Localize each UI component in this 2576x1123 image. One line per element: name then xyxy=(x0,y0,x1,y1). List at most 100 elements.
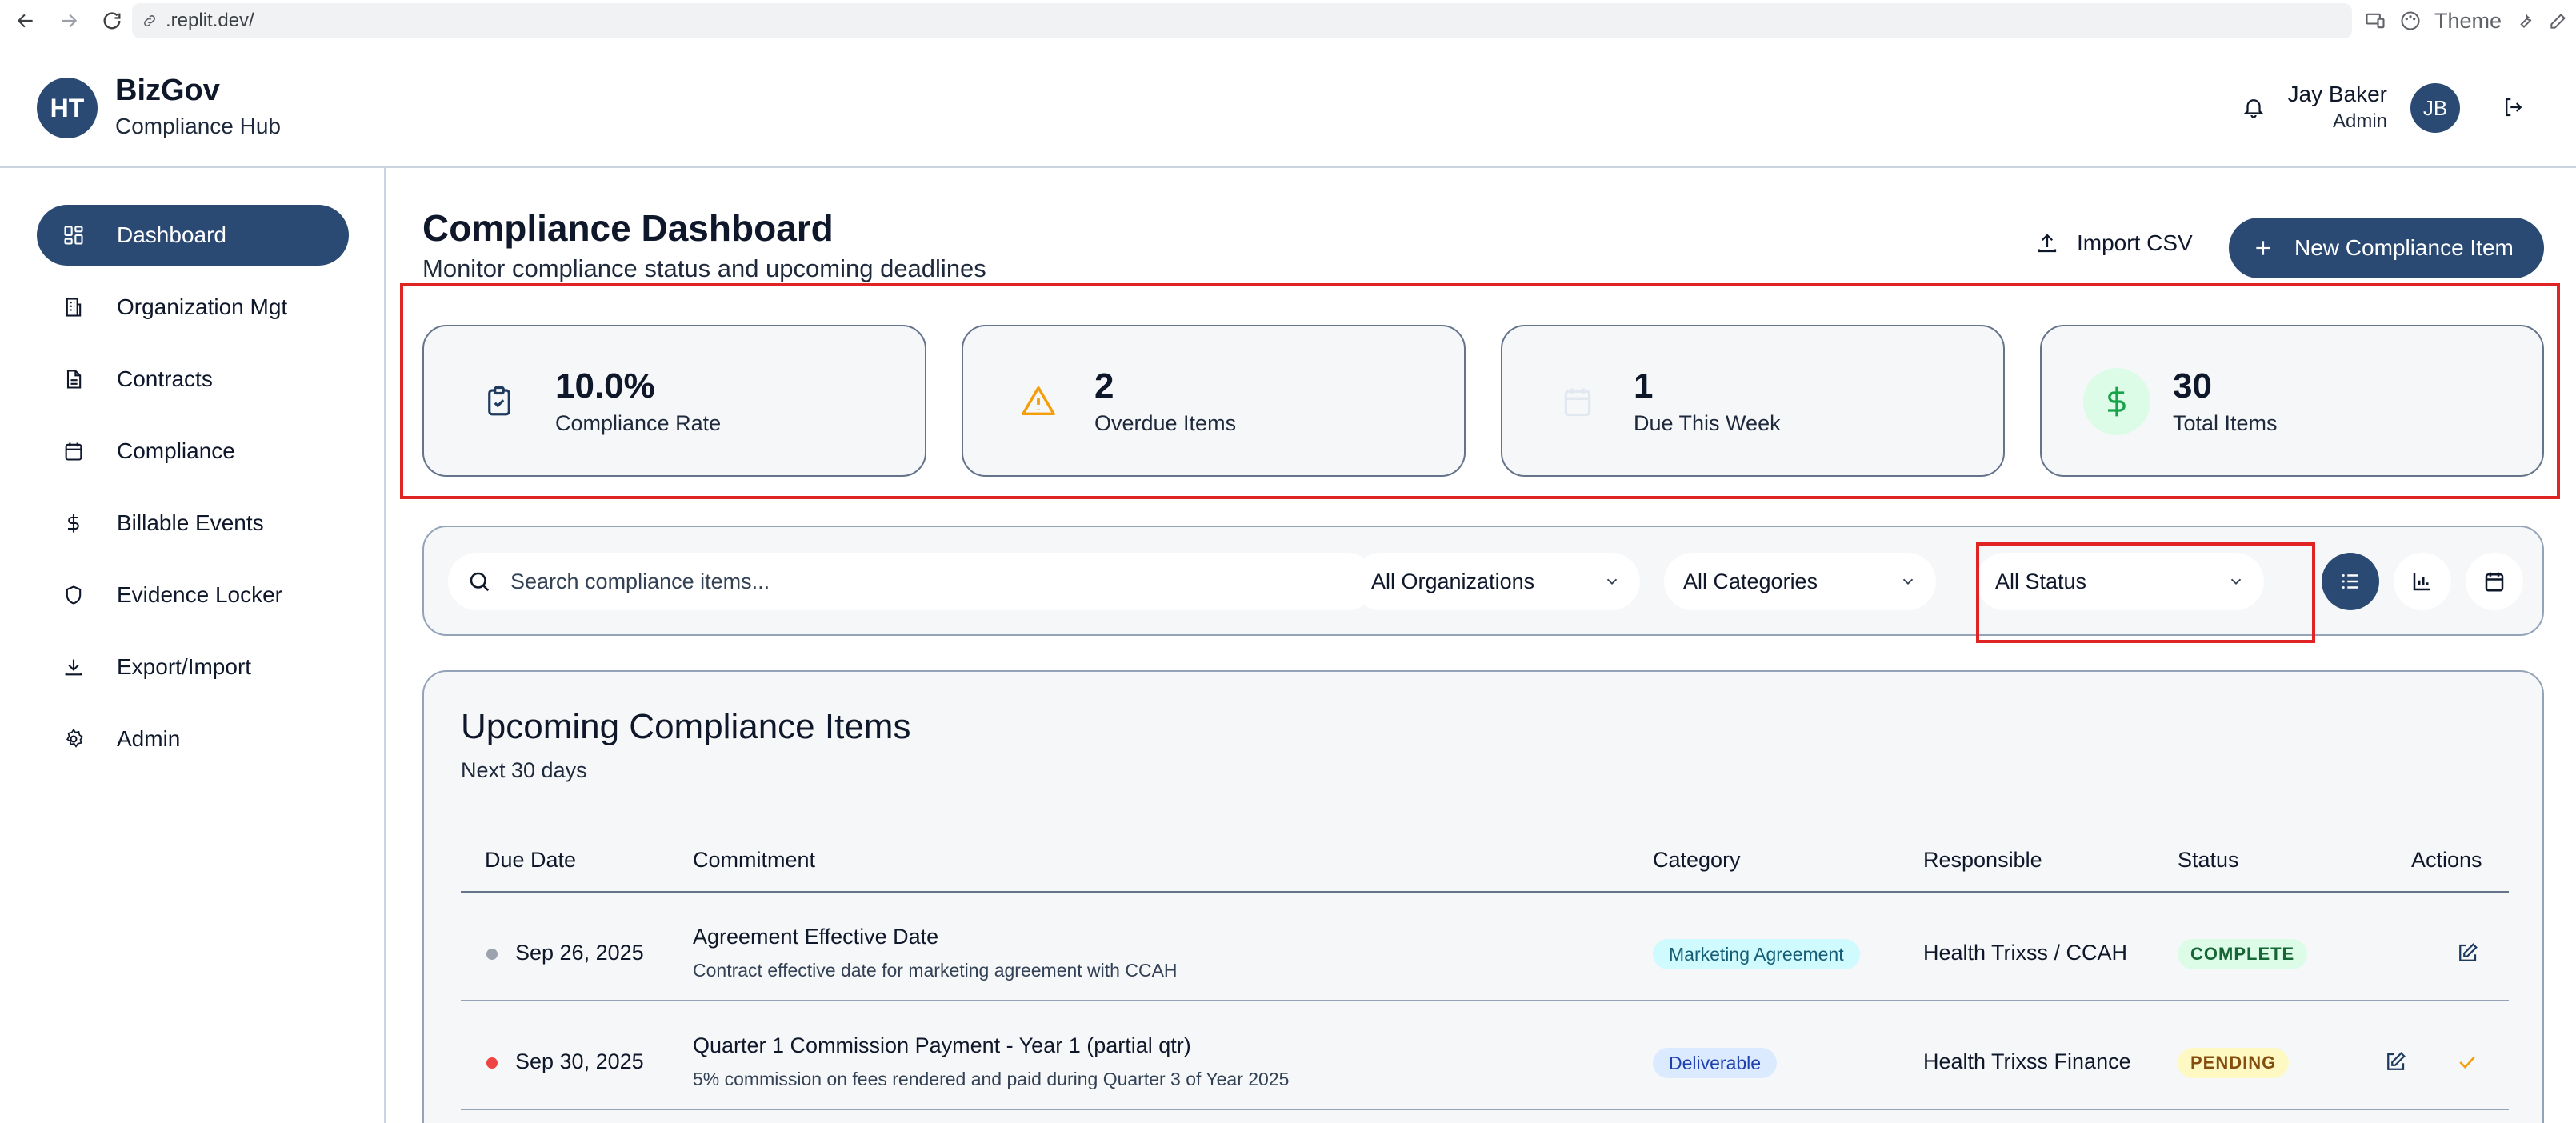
stat-card-compliance-rate: 10.0% Compliance Rate xyxy=(422,325,926,477)
forward-icon[interactable] xyxy=(53,5,85,37)
column-header-actions: Actions xyxy=(2411,848,2482,872)
edit-icon[interactable] xyxy=(2548,10,2569,31)
brand-title: BizGov xyxy=(115,74,220,107)
palette-icon[interactable] xyxy=(2399,10,2422,32)
logout-icon[interactable] xyxy=(2498,91,2530,123)
calendar-view-button[interactable] xyxy=(2466,553,2523,610)
row-divider xyxy=(461,1109,2509,1110)
chart-view-button[interactable] xyxy=(2394,553,2451,610)
list-view-icon xyxy=(2338,569,2362,593)
status-badge: PENDING xyxy=(2178,1048,2290,1078)
sidebar-item-dashboard[interactable]: Dashboard xyxy=(37,205,349,266)
stat-card-total-items: 30 Total Items xyxy=(2040,325,2544,477)
category-badge: Deliverable xyxy=(1653,1048,1778,1078)
theme-label[interactable]: Theme xyxy=(2434,9,2502,34)
highlight-box-status xyxy=(1976,542,2315,643)
sidebar-item-evidence-locker[interactable]: Evidence Locker xyxy=(37,565,349,625)
wrench-icon[interactable] xyxy=(2514,10,2535,31)
stat-value: 10.0% xyxy=(555,366,655,406)
edit-icon[interactable] xyxy=(2453,939,2482,968)
sidebar: Dashboard Organization Mgt Contracts Com… xyxy=(0,168,386,1123)
devices-icon[interactable] xyxy=(2364,10,2386,32)
shield-icon xyxy=(61,582,86,608)
due-date: Sep 26, 2025 xyxy=(515,941,644,965)
user-role: Admin xyxy=(2332,110,2387,132)
commitment-description: Contract effective date for marketing ag… xyxy=(693,960,1178,981)
sidebar-item-label: Billable Events xyxy=(117,510,264,535)
link-icon xyxy=(142,13,158,29)
reload-icon[interactable] xyxy=(96,5,128,37)
table-header-divider xyxy=(461,891,2509,893)
user-name: Jay Baker xyxy=(2287,82,2388,106)
column-header-category[interactable]: Category xyxy=(1653,848,1741,873)
sidebar-item-label: Evidence Locker xyxy=(117,582,283,607)
row-divider xyxy=(461,1000,2509,1001)
dollar-icon xyxy=(61,510,86,536)
calendar-icon xyxy=(1544,368,1611,435)
organization-select-value: All Organizations xyxy=(1371,569,1535,593)
dollar-icon xyxy=(2083,368,2150,435)
column-header-commitment[interactable]: Commitment xyxy=(693,848,815,873)
logo: HT xyxy=(37,78,98,138)
column-header-due-date[interactable]: Due Date xyxy=(485,848,576,873)
calendar-icon xyxy=(61,438,86,464)
import-csv-button[interactable]: Import CSV xyxy=(2019,214,2209,272)
sidebar-item-contracts[interactable]: Contracts xyxy=(37,349,349,410)
category-badge: Marketing Agreement xyxy=(1653,939,1860,969)
warning-icon xyxy=(1005,368,1072,435)
commitment-title: Agreement Effective Date xyxy=(693,925,939,949)
address-bar[interactable]: .replit.dev/ xyxy=(132,3,2352,38)
plus-icon xyxy=(2253,238,2274,258)
sidebar-item-organization[interactable]: Organization Mgt xyxy=(37,277,349,338)
search-icon xyxy=(467,569,491,593)
building-icon xyxy=(61,294,86,320)
check-icon[interactable] xyxy=(2453,1048,2482,1077)
commitment-description: 5% commission on fees rendered and paid … xyxy=(693,1069,1290,1089)
search-input[interactable]: Search compliance items... xyxy=(448,553,1376,610)
browser-toolbar: .replit.dev/ Theme xyxy=(0,0,2576,42)
organization-select[interactable]: All Organizations xyxy=(1352,553,1640,610)
upcoming-title: Upcoming Compliance Items xyxy=(461,707,911,746)
sidebar-item-admin[interactable]: Admin xyxy=(37,709,349,769)
url-text: .replit.dev/ xyxy=(166,10,254,31)
bell-icon[interactable] xyxy=(2238,91,2270,123)
stat-card-overdue: 2 Overdue Items xyxy=(962,325,1466,477)
stat-label: Total Items xyxy=(2173,411,2278,435)
sidebar-item-label: Export/Import xyxy=(117,654,252,679)
status-badge: COMPLETE xyxy=(2178,939,2308,969)
stat-card-due-this-week: 1 Due This Week xyxy=(1501,325,2005,477)
avatar[interactable]: JB xyxy=(2410,83,2460,133)
page-subtitle: Monitor compliance status and upcoming d… xyxy=(422,254,986,282)
category-select[interactable]: All Categories xyxy=(1664,553,1936,610)
column-header-responsible[interactable]: Responsible xyxy=(1923,848,2042,873)
stat-value: 30 xyxy=(2173,366,2212,406)
sidebar-item-label: Dashboard xyxy=(117,222,226,247)
column-header-status[interactable]: Status xyxy=(2178,848,2239,873)
new-compliance-item-button[interactable]: New Compliance Item xyxy=(2229,218,2544,278)
chart-view-icon xyxy=(2410,569,2434,593)
edit-icon[interactable] xyxy=(2381,1048,2410,1077)
chevron-down-icon xyxy=(1899,573,1917,590)
sidebar-item-label: Compliance xyxy=(117,438,235,463)
sidebar-item-label: Admin xyxy=(117,726,181,751)
stat-value: 1 xyxy=(1634,366,1654,406)
chevron-down-icon xyxy=(1603,573,1621,590)
upcoming-items-card: Upcoming Compliance Items Next 30 days D… xyxy=(422,670,2544,1123)
back-icon[interactable] xyxy=(10,5,42,37)
responsible: Health Trixss / CCAH xyxy=(1923,941,2128,965)
responsible: Health Trixss Finance xyxy=(1923,1049,2131,1073)
category-select-value: All Categories xyxy=(1683,569,1818,593)
sidebar-item-billable-events[interactable]: Billable Events xyxy=(37,493,349,554)
stat-value: 2 xyxy=(1094,366,1114,406)
list-view-button[interactable] xyxy=(2322,553,2379,610)
upload-icon xyxy=(2035,231,2059,255)
import-csv-label: Import CSV xyxy=(2077,230,2193,255)
brand-subtitle: Compliance Hub xyxy=(115,114,281,138)
sidebar-item-compliance[interactable]: Compliance xyxy=(37,421,349,482)
due-date: Sep 30, 2025 xyxy=(515,1049,644,1073)
stat-label: Due This Week xyxy=(1634,411,1781,435)
app-header: HT BizGov Compliance Hub Jay Baker Admin… xyxy=(0,50,2576,168)
stat-label: Overdue Items xyxy=(1094,411,1237,435)
sidebar-item-export-import[interactable]: Export/Import xyxy=(37,637,349,697)
page-title: Compliance Dashboard xyxy=(422,207,834,249)
